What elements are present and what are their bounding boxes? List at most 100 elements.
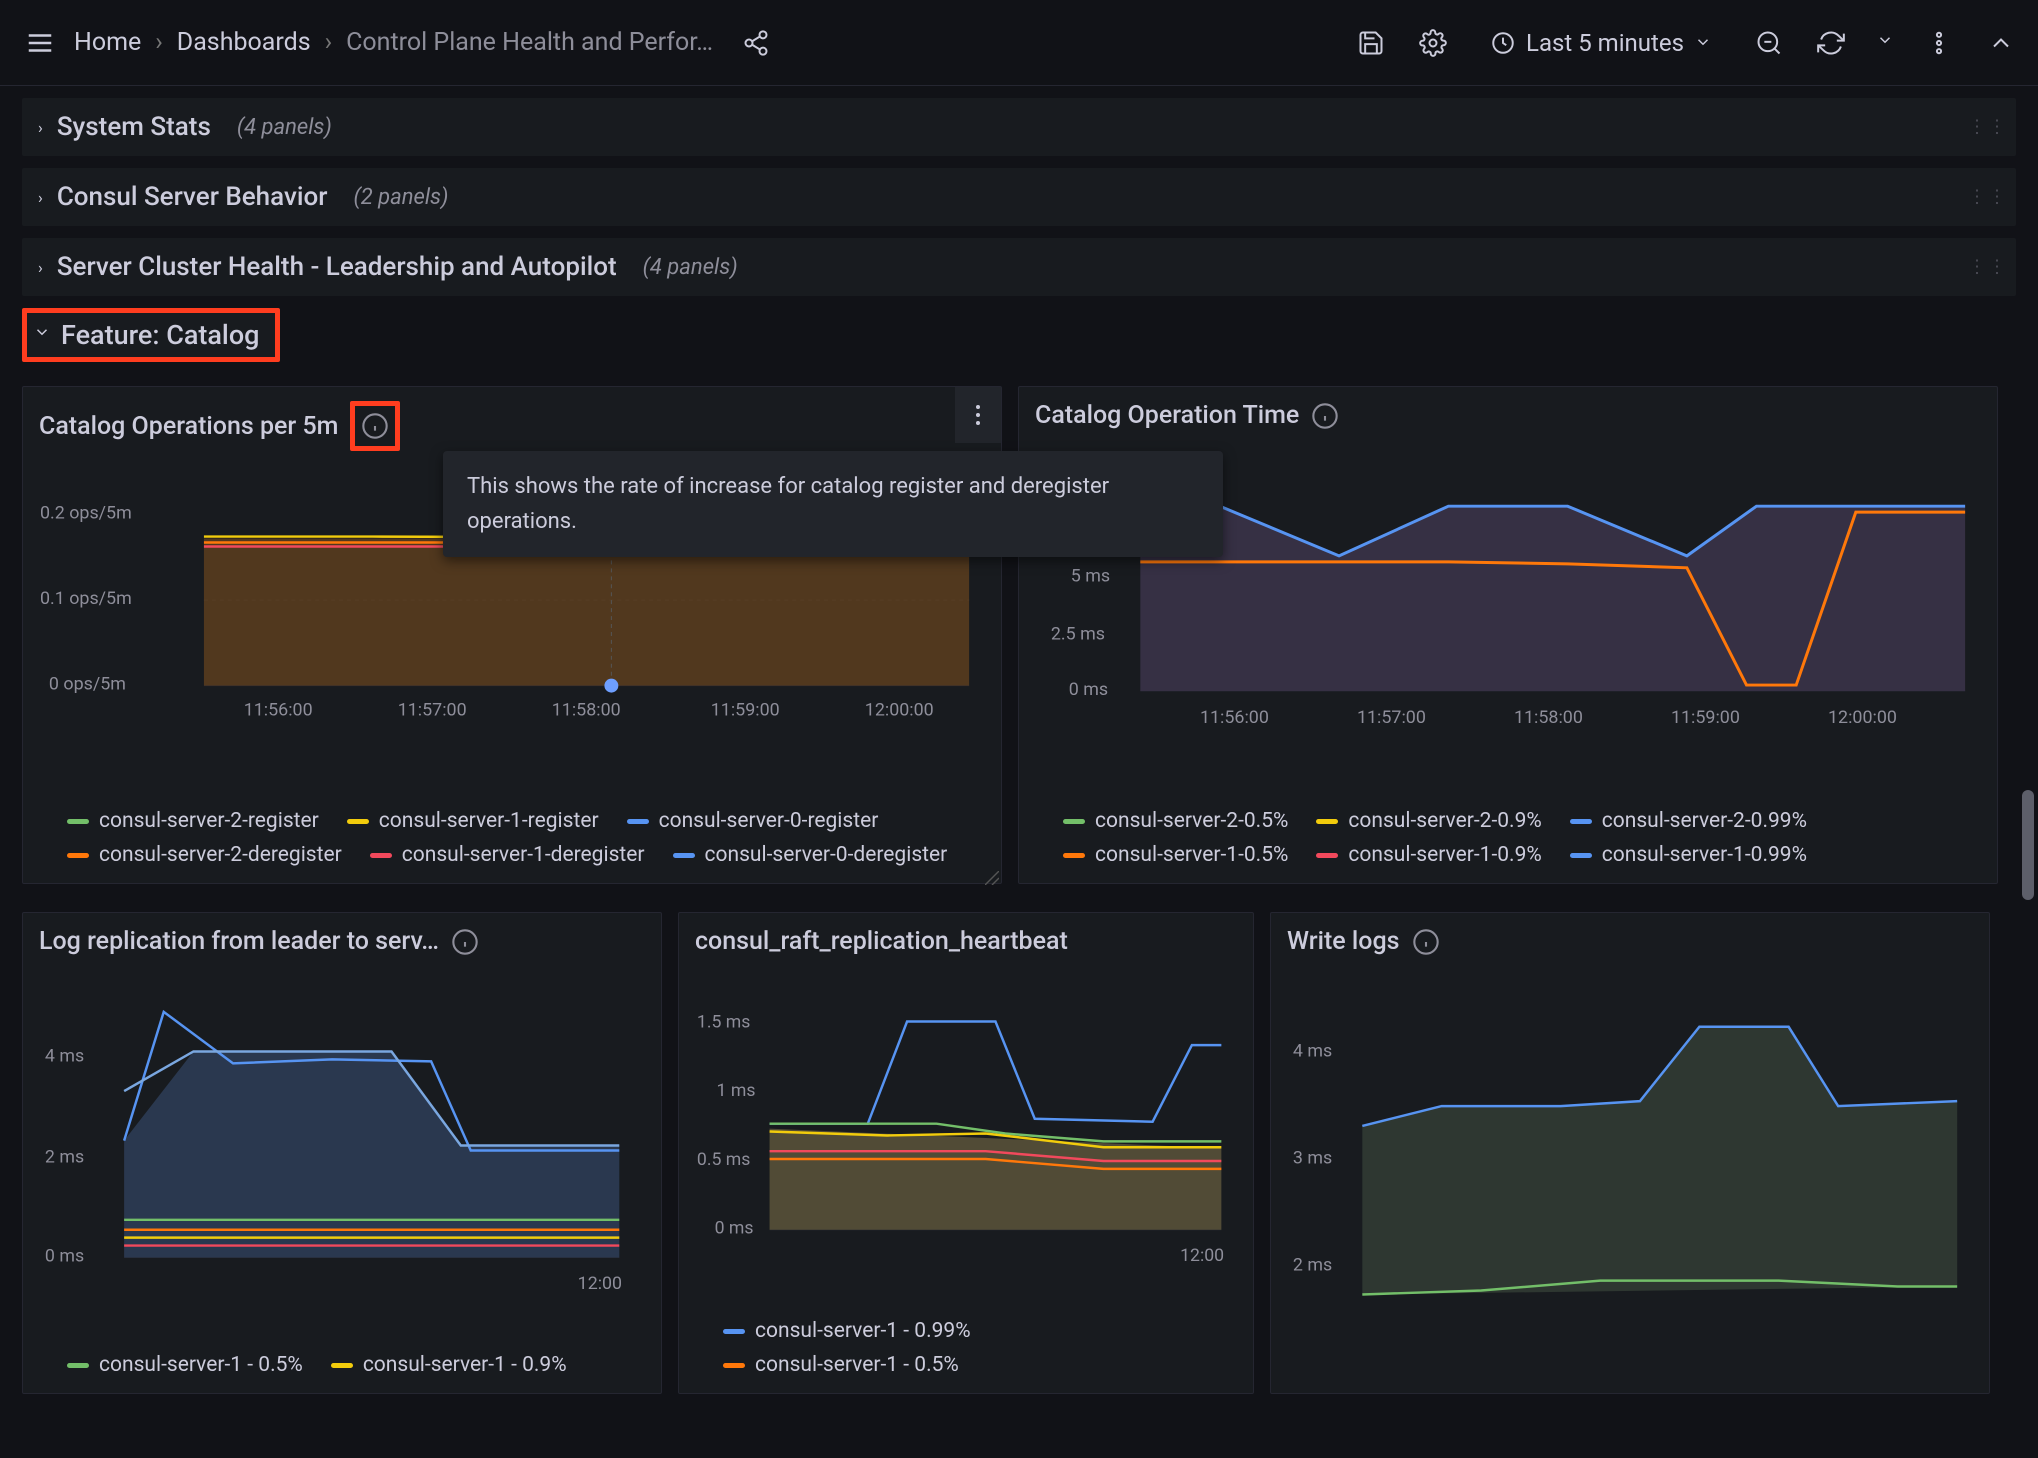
- breadcrumb-sep: ›: [155, 28, 163, 57]
- legend-swatch: [1570, 819, 1592, 824]
- drag-handle-icon[interactable]: ⋮⋮: [1968, 257, 2008, 278]
- legend-item[interactable]: consul-server-2-deregister: [67, 843, 342, 867]
- legend-label: consul-server-1 - 0.9%: [363, 1353, 567, 1377]
- legend-item[interactable]: consul-server-1 - 0.99%: [723, 1319, 971, 1343]
- breadcrumb-dashboards[interactable]: Dashboards: [177, 28, 311, 57]
- legend-label: consul-server-1-0.99%: [1602, 843, 1807, 867]
- legend-label: consul-server-1-0.9%: [1348, 843, 1541, 867]
- svg-text:1.5 ms: 1.5 ms: [697, 1012, 750, 1032]
- drag-handle-icon[interactable]: ⋮⋮: [1968, 117, 2008, 138]
- legend-item[interactable]: consul-server-1-deregister: [370, 843, 645, 867]
- panel-title: Catalog Operations per 5m: [39, 412, 338, 441]
- hamburger-menu-icon[interactable]: [20, 23, 60, 63]
- svg-text:5 ms: 5 ms: [1071, 566, 1110, 587]
- legend-swatch: [1316, 853, 1338, 858]
- timerange-picker[interactable]: Last 5 minutes: [1478, 23, 1724, 63]
- collapse-up-icon[interactable]: [1984, 26, 2018, 60]
- legend-swatch: [331, 1363, 353, 1368]
- settings-icon[interactable]: [1416, 26, 1450, 60]
- legend-item[interactable]: consul-server-1-0.5%: [1063, 843, 1288, 867]
- svg-text:11:56:00: 11:56:00: [1200, 707, 1269, 728]
- legend-item[interactable]: consul-server-1-register: [347, 809, 599, 833]
- resize-handle-icon[interactable]: [985, 867, 999, 881]
- legend-item[interactable]: consul-server-2-register: [67, 809, 319, 833]
- legend: consul-server-1 - 0.5% consul-server-1 - …: [23, 1343, 661, 1393]
- chart-write-logs[interactable]: 4 ms 3 ms 2 ms: [1271, 970, 1989, 1393]
- scroll-thumb[interactable]: [2022, 790, 2034, 900]
- panel-info-tooltip: This shows the rate of increase for cata…: [443, 451, 1223, 557]
- refresh-icon[interactable]: [1814, 26, 1848, 60]
- svg-text:4 ms: 4 ms: [45, 1045, 84, 1066]
- svg-text:2.5 ms: 2.5 ms: [1051, 623, 1105, 644]
- row-title: Consul Server Behavior: [57, 182, 328, 212]
- legend-swatch: [1316, 819, 1338, 824]
- svg-text:0 ms: 0 ms: [715, 1219, 754, 1239]
- legend-item[interactable]: consul-server-2-0.9%: [1316, 809, 1541, 833]
- row-consul-server[interactable]: › Consul Server Behavior (2 panels) ⋮⋮: [22, 168, 2016, 226]
- panel-raft-heartbeat: consul_raft_replication_heartbeat 1.5 ms…: [678, 912, 1254, 1394]
- svg-text:12:00:00: 12:00:00: [1828, 707, 1897, 728]
- legend-swatch: [673, 853, 695, 858]
- svg-text:12:00:00: 12:00:00: [865, 699, 934, 720]
- info-icon[interactable]: [1311, 402, 1339, 430]
- legend-label: consul-server-1-register: [379, 809, 599, 833]
- legend-item[interactable]: consul-server-1 - 0.5%: [67, 1353, 303, 1377]
- info-icon[interactable]: [451, 928, 479, 956]
- chart-raft-heartbeat[interactable]: 1.5 ms 1 ms 0.5 ms 0 ms 12:00: [679, 970, 1253, 1309]
- legend-item[interactable]: consul-server-0-register: [627, 809, 879, 833]
- panel-header: Catalog Operation Time: [1019, 387, 1997, 444]
- legend-swatch: [627, 819, 649, 824]
- timerange-label: Last 5 minutes: [1526, 29, 1684, 57]
- svg-text:0.2 ops/5m: 0.2 ops/5m: [40, 503, 132, 524]
- chevron-right-icon: ›: [38, 118, 43, 137]
- save-icon[interactable]: [1354, 26, 1388, 60]
- svg-text:2 ms: 2 ms: [45, 1146, 84, 1167]
- panel-log-replication: Log replication from leader to serv… 4 m…: [22, 912, 662, 1394]
- legend-label: consul-server-2-register: [99, 809, 319, 833]
- legend-item[interactable]: consul-server-1 - 0.5%: [723, 1353, 959, 1377]
- svg-text:11:58:00: 11:58:00: [552, 699, 621, 720]
- scrollbar[interactable]: [2020, 120, 2034, 1420]
- legend-swatch: [723, 1363, 745, 1368]
- svg-text:12:00: 12:00: [578, 1273, 622, 1294]
- legend-item[interactable]: consul-server-2-0.5%: [1063, 809, 1288, 833]
- svg-text:0.5 ms: 0.5 ms: [697, 1150, 750, 1170]
- zoom-out-icon[interactable]: [1752, 26, 1786, 60]
- legend-label: consul-server-1 - 0.5%: [755, 1353, 959, 1377]
- legend-swatch: [347, 819, 369, 824]
- panel-title: consul_raft_replication_heartbeat: [695, 927, 1068, 956]
- kebab-menu-icon[interactable]: [1922, 26, 1956, 60]
- svg-text:11:59:00: 11:59:00: [711, 699, 780, 720]
- svg-text:1 ms: 1 ms: [717, 1081, 756, 1101]
- drag-handle-icon[interactable]: ⋮⋮: [1968, 187, 2008, 208]
- legend: consul-server-1 - 0.99% consul-server-1 -…: [679, 1309, 1253, 1393]
- header: Home › Dashboards › Control Plane Health…: [0, 0, 2038, 86]
- svg-text:0 ops/5m: 0 ops/5m: [49, 674, 126, 695]
- panel-header: Log replication from leader to serv…: [23, 913, 661, 970]
- legend-item[interactable]: consul-server-1-0.9%: [1316, 843, 1541, 867]
- panel-menu-button[interactable]: [955, 387, 1001, 443]
- panel-header: Write logs: [1271, 913, 1989, 970]
- panels-row-2: Log replication from leader to serv… 4 m…: [22, 912, 2016, 1394]
- row-feature-catalog[interactable]: Feature: Catalog: [22, 308, 2016, 362]
- chart-log-replication[interactable]: 4 ms 2 ms 0 ms 12:00: [23, 970, 661, 1343]
- breadcrumb-home[interactable]: Home: [74, 28, 141, 57]
- refresh-chevron-icon[interactable]: [1876, 31, 1894, 55]
- row-title: Feature: Catalog: [61, 319, 259, 351]
- row-server-cluster[interactable]: › Server Cluster Health - Leadership and…: [22, 238, 2016, 296]
- legend-item[interactable]: consul-server-0-deregister: [673, 843, 948, 867]
- row-panel-count: (2 panels): [353, 185, 448, 210]
- row-system-stats[interactable]: › System Stats (4 panels) ⋮⋮: [22, 98, 2016, 156]
- svg-text:2 ms: 2 ms: [1293, 1255, 1332, 1276]
- info-icon[interactable]: [1412, 928, 1440, 956]
- share-icon[interactable]: [739, 26, 773, 60]
- legend-label: consul-server-2-0.9%: [1348, 809, 1541, 833]
- row-panel-count: (4 panels): [643, 255, 738, 280]
- info-icon[interactable]: [361, 412, 389, 440]
- legend-item[interactable]: consul-server-2-0.99%: [1570, 809, 1807, 833]
- svg-text:4 ms: 4 ms: [1293, 1041, 1332, 1062]
- svg-text:11:59:00: 11:59:00: [1671, 707, 1740, 728]
- legend-item[interactable]: consul-server-1-0.99%: [1570, 843, 1807, 867]
- legend-item[interactable]: consul-server-1 - 0.9%: [331, 1353, 567, 1377]
- legend-label: consul-server-1 - 0.99%: [755, 1319, 971, 1343]
